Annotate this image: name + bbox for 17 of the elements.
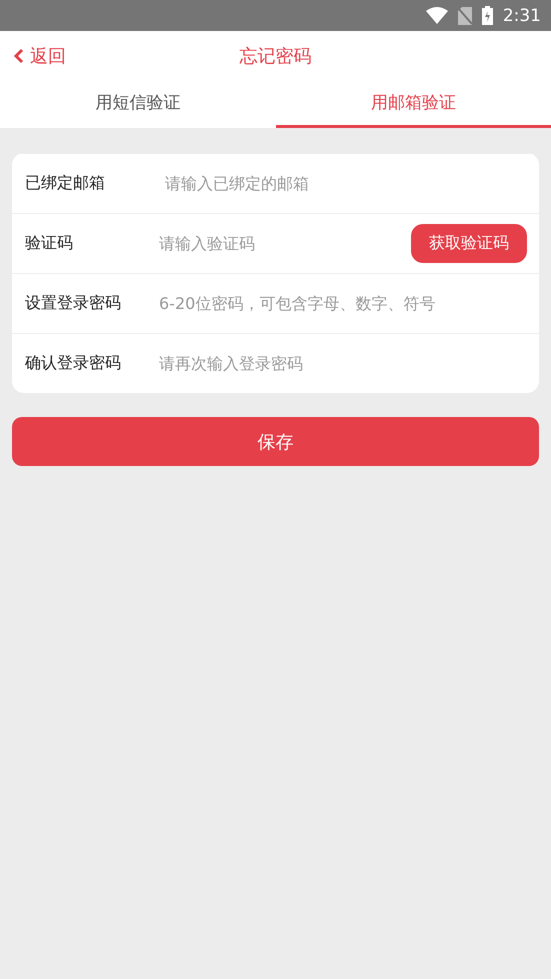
input-field[interactable]: 6-20位密码，可包含字母、数字、符号 bbox=[159, 294, 527, 313]
get-code-button[interactable]: 获取验证码 bbox=[411, 224, 527, 263]
save-button[interactable]: 保存 bbox=[12, 417, 539, 466]
field-label: 确认登录密码 bbox=[25, 353, 122, 374]
back-chevron-icon bbox=[14, 48, 24, 64]
field-label: 已绑定邮箱 bbox=[25, 173, 106, 194]
input-field[interactable]: 请再次输入登录密码 bbox=[159, 354, 527, 373]
wifi-icon bbox=[426, 7, 448, 24]
status-time: 2:31 bbox=[502, 6, 541, 26]
input-field[interactable]: 请输入已绑定的邮箱 bbox=[159, 174, 527, 193]
back-button[interactable]: 返回 bbox=[12, 42, 68, 70]
page-title: 忘记密码 bbox=[240, 44, 312, 68]
field-label: 验证码 bbox=[25, 233, 74, 254]
field-label: 设置登录密码 bbox=[25, 293, 122, 314]
input-field[interactable]: 请输入验证码 bbox=[159, 234, 403, 253]
battery-icon bbox=[482, 6, 493, 25]
no-sim-icon bbox=[458, 6, 472, 24]
